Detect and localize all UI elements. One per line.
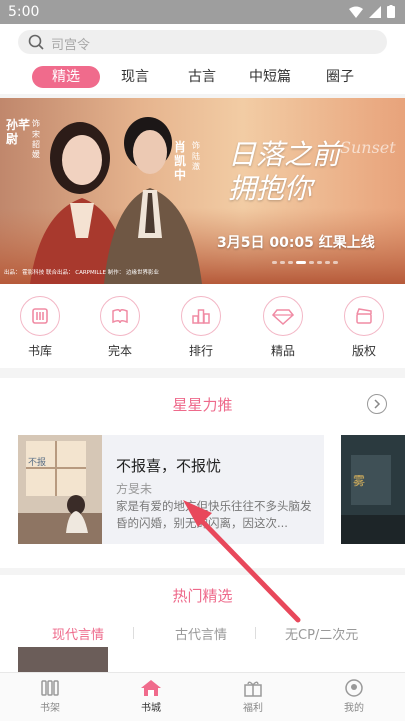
nav-welfare-label: 福利 xyxy=(243,703,263,714)
banner-role2-name: 陆澈 xyxy=(192,152,200,171)
search-input[interactable]: 司宫令 xyxy=(18,30,387,54)
banner-title-en: Sunset xyxy=(340,138,396,157)
banner-release-date: 3月5日 00:05 红果上线 xyxy=(217,235,375,251)
svg-text:不报: 不报 xyxy=(28,456,46,468)
hot-picks-title: 热门精选 xyxy=(172,587,233,605)
book-description: 家是有爱的地方但快乐往往不多头脑发昏的闪婚，别无的闪离，因这次... xyxy=(116,499,312,530)
category-ranking-label: 排行 xyxy=(188,344,213,358)
tab-xianyan[interactable]: 现言 xyxy=(105,66,165,88)
category-finished[interactable]: 完本 xyxy=(90,296,150,359)
category-library-label: 书库 xyxy=(27,344,52,358)
library-icon xyxy=(20,296,60,336)
category-copyright[interactable]: 版权 xyxy=(334,296,394,359)
signal-icon xyxy=(369,5,381,18)
banner-title-art: 日落之前 拥抱你 xyxy=(228,138,341,205)
banner-role2-prefix: 饰 xyxy=(192,141,200,150)
subtab-divider xyxy=(133,627,134,639)
chevron-right-icon xyxy=(374,399,381,409)
bookstore-home-icon xyxy=(121,677,181,699)
promo-banner[interactable]: 孙芊尉 饰 宋韶媛 肖凯中 饰 陆澈 日落之前 拥抱你 Sunset 3月5日 … xyxy=(0,98,405,284)
battery-icon xyxy=(387,5,395,18)
subtab-divider xyxy=(255,627,256,639)
book-cover: 不报 xyxy=(18,435,102,544)
tab-zhongduanpian[interactable]: 中短篇 xyxy=(240,66,300,88)
wifi-icon xyxy=(349,6,363,18)
nav-profile[interactable]: 我的 xyxy=(324,677,384,714)
nav-bookstore-label: 书城 xyxy=(141,703,161,714)
featured-book-card[interactable]: 不报 不报喜，不报忧 方旻未 家是有爱的地方但快乐往往不多头脑发昏的闪婚，别无的… xyxy=(18,435,324,544)
nav-profile-label: 我的 xyxy=(344,703,364,714)
svg-text:雾: 雾 xyxy=(353,474,365,488)
hot-picks-section: 热门精选 现代言情 古代言情 无CP/二次元 xyxy=(0,575,405,672)
subtab-modern-romance[interactable]: 现代言情 xyxy=(52,624,104,643)
tab-jingxuan[interactable]: 精选 xyxy=(32,66,100,88)
status-icons xyxy=(349,5,395,18)
next-book-cover[interactable]: 雾 xyxy=(341,435,405,544)
banner-role1-prefix: 饰 xyxy=(32,119,40,128)
category-finished-label: 完本 xyxy=(107,344,132,358)
banner-credits: 出品： 霍影科技 联合出品： CARPMILLE 制作： 边缘世界影业 xyxy=(4,270,159,276)
tab-guyan[interactable]: 古言 xyxy=(172,66,232,88)
nav-bookshelf[interactable]: 书架 xyxy=(20,677,80,714)
finished-book-icon xyxy=(100,296,140,336)
subtab-no-cp-acg[interactable]: 无CP/二次元 xyxy=(285,624,358,643)
copyright-clapper-icon xyxy=(344,296,384,336)
search-placeholder: 司宫令 xyxy=(51,38,91,53)
quick-categories: 书库 完本 排行 精品 版权 xyxy=(0,284,405,368)
category-copyright-label: 版权 xyxy=(351,344,376,358)
profile-icon xyxy=(324,677,384,699)
banner-actor2-name: 肖凯中 xyxy=(174,140,187,182)
category-ranking[interactable]: 排行 xyxy=(171,296,231,359)
book-author: 方旻未 xyxy=(116,482,153,496)
subtab-ancient-romance[interactable]: 古代言情 xyxy=(175,624,227,643)
tab-quanzi[interactable]: 圈子 xyxy=(310,66,370,88)
nav-bookstore[interactable]: 书城 xyxy=(121,677,181,714)
gift-icon xyxy=(223,677,283,699)
hot-book-cover-peek[interactable] xyxy=(18,647,108,672)
category-premium-label: 精品 xyxy=(270,344,295,358)
category-library[interactable]: 书库 xyxy=(10,296,70,359)
banner-actor1-name: 孙芊尉 xyxy=(6,118,31,146)
bookshelf-icon xyxy=(20,677,80,699)
nav-welfare[interactable]: 福利 xyxy=(223,677,283,714)
search-icon xyxy=(28,34,44,50)
featured-title: 星星力推 xyxy=(172,396,233,414)
category-tabs: 精选 现言 古言 中短篇 圈子 xyxy=(0,66,405,92)
banner-pager-dots xyxy=(272,261,338,264)
header: 司宫令 精选 现言 古言 中短篇 圈子 xyxy=(0,24,405,94)
status-time: 5:00 xyxy=(8,4,40,20)
featured-more-button[interactable] xyxy=(367,394,387,414)
bottom-nav: 书架 书城 福利 我的 xyxy=(0,672,405,721)
diamond-icon xyxy=(263,296,303,336)
book-title: 不报喜，不报忧 xyxy=(116,457,222,475)
category-premium[interactable]: 精品 xyxy=(253,296,313,359)
ranking-icon xyxy=(181,296,221,336)
status-bar: 5:00 xyxy=(0,0,405,24)
banner-role1-name: 宋韶媛 xyxy=(32,130,40,159)
featured-section: 星星力推 不报 不报喜，不报忧 方旻未 家是有爱的地方但快乐往往不多头脑发昏的闪… xyxy=(0,378,405,568)
nav-bookshelf-label: 书架 xyxy=(40,703,60,714)
